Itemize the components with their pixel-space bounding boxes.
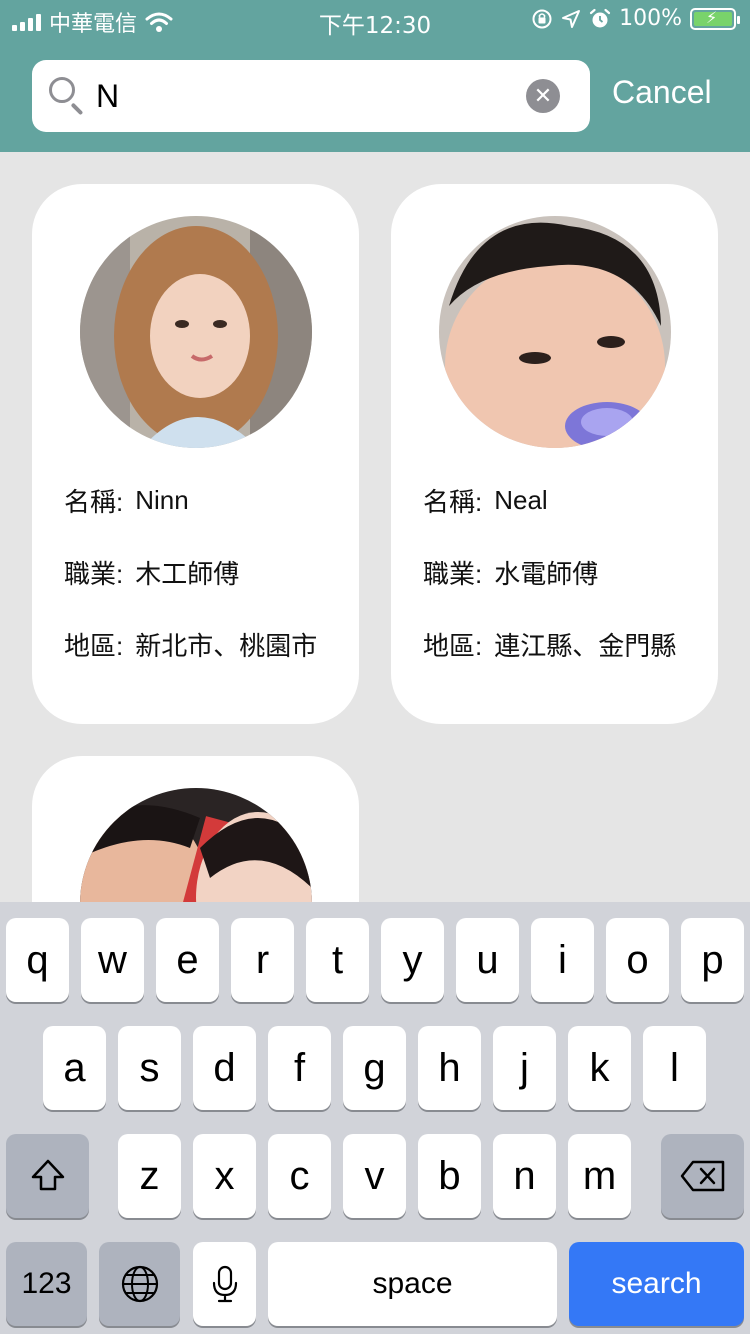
backspace-icon bbox=[680, 1160, 724, 1192]
card-name-row: 名稱: Neal bbox=[423, 464, 676, 536]
key-t[interactable]: t bbox=[306, 918, 369, 1002]
space-key[interactable]: space bbox=[268, 1242, 557, 1326]
key-e[interactable]: e bbox=[156, 918, 219, 1002]
key-h[interactable]: h bbox=[418, 1026, 481, 1110]
contact-card[interactable]: 名稱: Neal 職業: 水電師傅 地區: 連江縣、金門縣 bbox=[391, 184, 718, 724]
key-j[interactable]: j bbox=[493, 1026, 556, 1110]
shift-key[interactable] bbox=[6, 1134, 89, 1218]
key-m[interactable]: m bbox=[568, 1134, 631, 1218]
key-n[interactable]: n bbox=[493, 1134, 556, 1218]
search-input[interactable] bbox=[96, 77, 526, 115]
key-a[interactable]: a bbox=[43, 1026, 106, 1110]
key-r[interactable]: r bbox=[231, 918, 294, 1002]
dictation-key[interactable] bbox=[193, 1242, 256, 1326]
name-label: 名稱: bbox=[64, 486, 124, 517]
avatar bbox=[439, 216, 671, 448]
key-k[interactable]: k bbox=[568, 1026, 631, 1110]
battery-icon bbox=[690, 7, 740, 30]
cancel-button[interactable]: Cancel bbox=[612, 74, 712, 111]
key-q[interactable]: q bbox=[6, 918, 69, 1002]
card-job-row: 職業: 水電師傅 bbox=[423, 536, 676, 608]
key-b[interactable]: b bbox=[418, 1134, 481, 1218]
key-u[interactable]: u bbox=[456, 918, 519, 1002]
job-label: 職業: bbox=[423, 558, 483, 589]
key-l[interactable]: l bbox=[643, 1026, 706, 1110]
location-icon bbox=[562, 9, 581, 28]
shift-icon bbox=[31, 1159, 64, 1191]
area-label: 地區: bbox=[423, 630, 483, 661]
key-s[interactable]: s bbox=[118, 1026, 181, 1110]
card-job-row: 職業: 木工師傅 bbox=[64, 536, 317, 608]
key-o[interactable]: o bbox=[606, 918, 669, 1002]
key-f[interactable]: f bbox=[268, 1026, 331, 1110]
delete-key[interactable] bbox=[661, 1134, 744, 1218]
key-p[interactable]: p bbox=[681, 918, 744, 1002]
key-c[interactable]: c bbox=[268, 1134, 331, 1218]
key-v[interactable]: v bbox=[343, 1134, 406, 1218]
key-x[interactable]: x bbox=[193, 1134, 256, 1218]
avatar bbox=[80, 216, 312, 448]
search-icon bbox=[46, 74, 90, 118]
key-z[interactable]: z bbox=[118, 1134, 181, 1218]
search-key[interactable]: search bbox=[569, 1242, 744, 1326]
key-i[interactable]: i bbox=[531, 918, 594, 1002]
battery-percent: 100% bbox=[619, 6, 682, 31]
globe-icon bbox=[121, 1265, 158, 1303]
area-value: 連江縣、金門縣 bbox=[494, 630, 677, 661]
name-label: 名稱: bbox=[423, 486, 483, 517]
area-label: 地區: bbox=[64, 630, 124, 661]
header: 中華電信 下午12:30 100% ⚡ N ✕ Cancel bbox=[0, 0, 750, 152]
globe-key[interactable] bbox=[99, 1242, 180, 1326]
microphone-icon bbox=[212, 1265, 237, 1303]
card-area-row: 地區: 連江縣、金門縣 bbox=[423, 608, 676, 680]
job-label: 職業: bbox=[64, 558, 124, 589]
area-value: 新北市、桃園市 bbox=[135, 630, 318, 661]
card-area-row: 地區: 新北市、桃園市 bbox=[64, 608, 317, 680]
name-value: Neal bbox=[494, 484, 548, 515]
clear-search-icon[interactable]: ✕ bbox=[526, 79, 560, 113]
key-d[interactable]: d bbox=[193, 1026, 256, 1110]
key-y[interactable]: y bbox=[381, 918, 444, 1002]
name-value: Ninn bbox=[135, 484, 189, 515]
job-value: 水電師傅 bbox=[494, 558, 599, 589]
alarm-icon bbox=[589, 8, 611, 27]
search-bar[interactable]: ✕ bbox=[32, 60, 590, 132]
numbers-key[interactable]: 123 bbox=[6, 1242, 87, 1326]
orientation-lock-icon bbox=[532, 9, 552, 28]
key-g[interactable]: g bbox=[343, 1026, 406, 1110]
status-bar: 中華電信 下午12:30 100% bbox=[0, 0, 750, 40]
contact-card[interactable]: 名稱: Ninn 職業: 木工師傅 地區: 新北市、桃園市 bbox=[32, 184, 359, 724]
job-value: 木工師傅 bbox=[135, 558, 240, 589]
keyboard: q w e r t y u i o p a s d f g h j k l z … bbox=[0, 902, 750, 1334]
card-name-row: 名稱: Ninn bbox=[64, 464, 317, 536]
key-w[interactable]: w bbox=[81, 918, 144, 1002]
